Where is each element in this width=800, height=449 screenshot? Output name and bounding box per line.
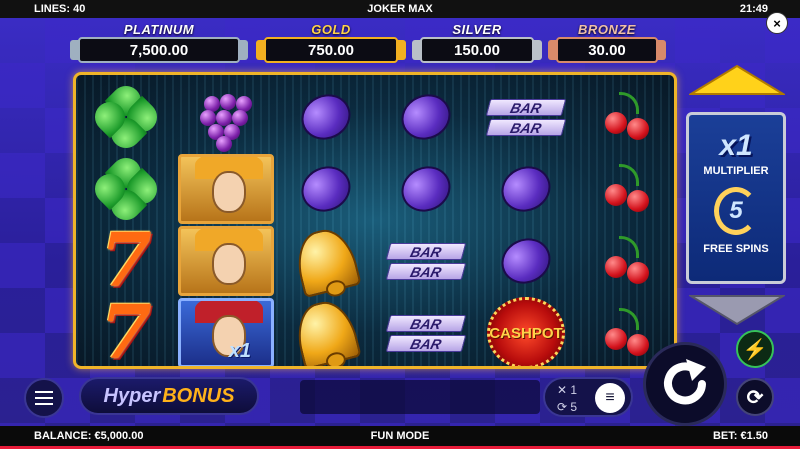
wild-multiplier: x1 xyxy=(228,340,251,362)
multiplier-setting: ✕ 1 xyxy=(557,383,578,397)
bet-settings-button[interactable]: ✕ 1 ⟳ 5 ≡ xyxy=(543,377,633,417)
reel-cell xyxy=(76,151,176,227)
clover-icon xyxy=(88,79,164,155)
cherry-icon xyxy=(599,306,653,360)
bar-icon: BAR BAR xyxy=(485,98,567,136)
jackpot-gold: GOLD 750.00 xyxy=(256,22,406,66)
status-bar: BALANCE: €5,000.00 FUN MODE BET: €1.50 xyxy=(0,426,800,449)
plum-icon xyxy=(294,158,358,220)
coin-stack-icon: ≡ xyxy=(595,383,625,413)
bar-label: BAR xyxy=(385,242,467,260)
stake-up-arrow-icon[interactable] xyxy=(687,64,787,98)
top-bar: LINES: 40 JOKER MAX 21:49 xyxy=(0,0,800,18)
autoplay-button[interactable]: ⟳ xyxy=(736,378,774,416)
autoplay-setting: ⟳ 5 xyxy=(557,400,578,414)
jackpot-value: 7,500.00 xyxy=(78,37,240,63)
jackpot-platinum: PLATINUM 7,500.00 xyxy=(70,22,248,66)
reel-cell: BAR BAR xyxy=(376,297,476,366)
reel-cell: BAR BAR xyxy=(376,225,476,297)
cherry-icon xyxy=(599,162,653,216)
hyper-bonus-button[interactable]: Hyper BONUS xyxy=(79,377,259,415)
multiplier-panel: x1 MULTIPLIER 5 FREE SPINS xyxy=(686,112,786,284)
close-button[interactable]: × xyxy=(766,12,788,34)
lightning-icon: ⚡ xyxy=(742,338,768,361)
refresh-icon: ⟳ xyxy=(746,386,764,409)
multiplier-label: MULTIPLIER xyxy=(703,165,769,177)
bar-label: BAR xyxy=(385,262,467,280)
reel-cell xyxy=(576,153,674,225)
bet-label: BET: €1.50 xyxy=(712,430,768,442)
cashpot-label: CASHPOT xyxy=(489,324,563,342)
cashpot-icon: CASHPOT xyxy=(487,297,565,366)
clock: 21:49 xyxy=(739,3,768,15)
hyper-label: Hyper xyxy=(103,384,161,407)
jackpot-label: SILVER xyxy=(452,22,502,37)
reel-cell xyxy=(76,79,176,155)
bonus-label: BONUS xyxy=(162,384,235,407)
multiplier-value: x1 xyxy=(719,129,753,162)
reel-cell xyxy=(276,81,376,153)
reel-cell xyxy=(376,153,476,225)
jackpot-value: 750.00 xyxy=(264,37,398,63)
reel-cell xyxy=(176,153,276,225)
reel-cell xyxy=(476,225,576,297)
reel-cell: x1 xyxy=(176,297,276,366)
menu-button[interactable] xyxy=(24,378,64,418)
game-title: JOKER MAX xyxy=(367,3,433,15)
reel-cell xyxy=(276,223,376,299)
plum-icon xyxy=(394,86,458,148)
plum-icon xyxy=(294,86,358,148)
plum-icon xyxy=(494,158,558,220)
free-spins-label: FREE SPINS xyxy=(703,243,769,255)
reel-cell xyxy=(276,295,376,366)
reel-cell: BAR BAR xyxy=(476,81,576,153)
bar-label: BAR xyxy=(485,118,567,136)
joker-icon xyxy=(178,226,274,296)
free-spins-count: 5 xyxy=(714,187,758,235)
reel-cell xyxy=(176,81,276,153)
reel-cell xyxy=(376,81,476,153)
mode-label: FUN MODE xyxy=(370,430,430,442)
reel-cell xyxy=(276,153,376,225)
reel-cell: 7 xyxy=(76,290,176,369)
reel-cell: 7 xyxy=(76,218,176,304)
message-bar xyxy=(300,380,540,414)
seven-icon: 7 xyxy=(100,290,152,369)
jackpot-label: BRONZE xyxy=(578,22,636,37)
bar-icon: BAR BAR xyxy=(385,314,467,352)
bar-label: BAR xyxy=(385,334,467,352)
reel-grid: 7 7 x1 BAR BAR BAR BAR BAR BAR CASHPOT xyxy=(73,72,677,369)
reel-cell: CASHPOT xyxy=(476,297,576,366)
bar-label: BAR xyxy=(485,98,567,116)
reel-cell xyxy=(476,153,576,225)
plum-icon xyxy=(394,158,458,220)
reel-cell xyxy=(576,225,674,297)
bell-icon xyxy=(290,295,362,366)
reel-cell xyxy=(576,81,674,153)
spin-button[interactable] xyxy=(643,342,727,426)
grapes-icon xyxy=(196,88,256,152)
stake-down-arrow-icon[interactable] xyxy=(687,292,787,326)
cherry-icon xyxy=(599,234,653,288)
seven-icon: 7 xyxy=(100,218,152,304)
jackpot-label: GOLD xyxy=(311,22,351,37)
jackpot-bronze: BRONZE 30.00 xyxy=(548,22,666,66)
bar-label: BAR xyxy=(385,314,467,332)
reel-cell xyxy=(176,225,276,297)
bar-icon: BAR BAR xyxy=(385,242,467,280)
jackpot-value: 30.00 xyxy=(556,37,658,63)
bell-icon xyxy=(290,223,362,299)
turbo-button[interactable]: ⚡ xyxy=(736,330,774,368)
joker-icon xyxy=(178,154,274,224)
joker-wild-icon: x1 xyxy=(178,298,274,366)
spin-arrow-icon xyxy=(664,359,706,405)
jackpot-silver: SILVER 150.00 xyxy=(412,22,542,66)
clover-icon xyxy=(88,151,164,227)
jackpot-label: PLATINUM xyxy=(123,22,195,37)
hamburger-icon xyxy=(35,397,53,399)
plum-icon xyxy=(494,230,558,292)
cherry-icon xyxy=(599,90,653,144)
jackpot-value: 150.00 xyxy=(420,37,534,63)
